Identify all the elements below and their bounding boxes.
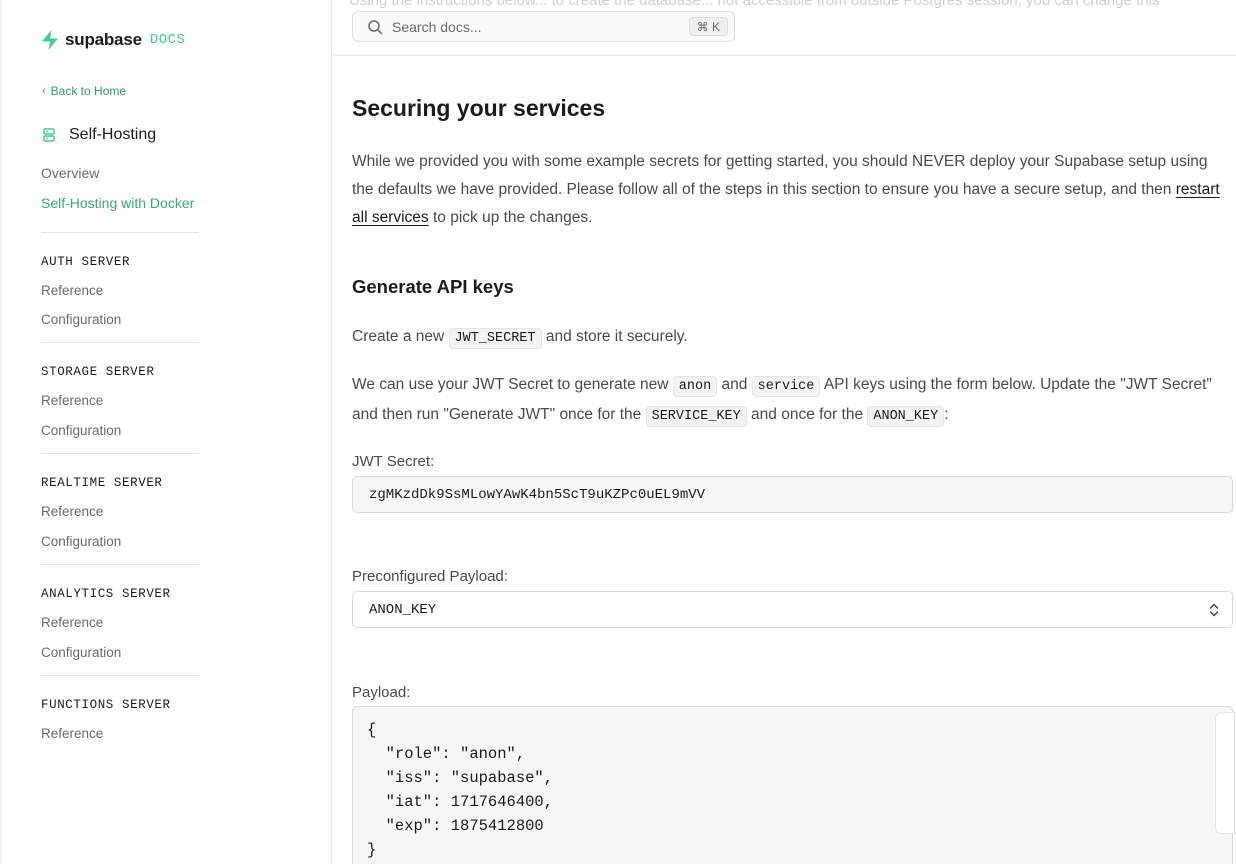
brand-name: supabase: [65, 30, 142, 49]
auth-configuration-link[interactable]: Configuration: [41, 312, 121, 327]
create-secret-paragraph: Create a new JWT_SECRET and store it sec…: [352, 323, 1222, 353]
p2-text: :: [944, 406, 949, 423]
inline-code: JWT_SECRET: [448, 328, 542, 349]
p2-text: We can use your JWT Secret to generate n…: [352, 376, 673, 393]
main-content: Using the instructions below... to creat…: [333, 0, 1236, 864]
group-label-auth: AUTH SERVER: [41, 255, 131, 269]
section-title: Self-Hosting: [69, 126, 157, 143]
divider: [41, 453, 199, 454]
realtime-reference-link[interactable]: Reference: [41, 504, 103, 519]
group-label-realtime: REALTIME SERVER: [41, 476, 163, 490]
section-header: Self-Hosting: [41, 126, 156, 144]
realtime-configuration-link[interactable]: Configuration: [41, 534, 121, 549]
supabase-bolt-icon: [42, 30, 58, 50]
divider: [41, 232, 199, 233]
auth-reference-link[interactable]: Reference: [41, 283, 103, 298]
jwt-secret-label: JWT Secret:: [352, 453, 435, 470]
server-stack-icon: [43, 128, 55, 142]
preconfigured-payload-select[interactable]: ANON_KEY: [352, 591, 1233, 628]
p1-text: Create a new: [352, 328, 449, 345]
inline-code: service: [751, 376, 821, 397]
sidebar: supabase DOCS ‹ Back to Home Self-Hostin…: [0, 0, 332, 864]
group-label-analytics: ANALYTICS SERVER: [41, 587, 171, 601]
intro-text: While we provided you with some example …: [352, 153, 1208, 198]
back-to-home-link[interactable]: ‹ Back to Home: [42, 84, 126, 98]
payload-textarea[interactable]: { "role": "anon", "iss": "supabase", "ia…: [352, 706, 1233, 864]
storage-reference-link[interactable]: Reference: [41, 393, 103, 408]
section-heading: Generate API keys: [352, 276, 514, 297]
divider: [41, 675, 199, 676]
jwt-secret-input[interactable]: zgMKzdDk9SsMLowYAwK4bn5ScT9uKZPc0uEL9mVV: [352, 476, 1233, 513]
brand-docs-label: DOCS: [149, 32, 186, 48]
functions-reference-link[interactable]: Reference: [41, 726, 103, 741]
nav-link-overview[interactable]: Overview: [41, 165, 99, 181]
inline-code: SERVICE_KEY: [645, 406, 747, 427]
group-label-storage: STORAGE SERVER: [41, 365, 155, 379]
inline-code: anon: [672, 376, 718, 397]
chevron-up-down-icon: [1209, 603, 1219, 616]
p2-text: and once for the: [746, 406, 868, 423]
analytics-configuration-link[interactable]: Configuration: [41, 645, 121, 660]
chevron-left-icon: ‹: [42, 85, 46, 97]
intro-text-end: to pick up the changes.: [428, 209, 593, 226]
p2-text: and: [717, 376, 752, 393]
divider: [41, 342, 199, 343]
p1-text-end: and store it securely.: [541, 328, 688, 345]
divider: [41, 564, 199, 565]
generate-keys-paragraph: We can use your JWT Secret to generate n…: [352, 371, 1222, 431]
search-placeholder: Search docs...: [392, 18, 482, 35]
storage-configuration-link[interactable]: Configuration: [41, 423, 121, 438]
preconfigured-payload-value: ANON_KEY: [369, 601, 437, 618]
search-icon: [368, 19, 383, 34]
preconfigured-payload-label: Preconfigured Payload:: [352, 568, 508, 585]
sidebar-edge: [0, 0, 2, 864]
scrolled-under-text: Using the instructions below... to creat…: [349, 0, 1160, 9]
inline-code: ANON_KEY: [867, 406, 945, 427]
page-heading: Securing your services: [352, 95, 606, 121]
floating-side-panel[interactable]: [1215, 712, 1235, 834]
search-docs-button[interactable]: Search docs... ⌘ K: [352, 11, 735, 42]
top-bar: Using the instructions below... to creat…: [333, 0, 1236, 56]
analytics-reference-link[interactable]: Reference: [41, 615, 103, 630]
search-shortcut-badge: ⌘ K: [688, 17, 728, 36]
back-to-home-label: Back to Home: [50, 84, 127, 98]
nav-link-self-hosting-docker[interactable]: Self-Hosting with Docker: [41, 195, 194, 211]
brand-logo-link[interactable]: supabase DOCS: [40, 29, 185, 51]
payload-label: Payload:: [352, 684, 411, 701]
group-label-functions: FUNCTIONS SERVER: [41, 698, 171, 712]
intro-paragraph: While we provided you with some example …: [352, 148, 1222, 232]
